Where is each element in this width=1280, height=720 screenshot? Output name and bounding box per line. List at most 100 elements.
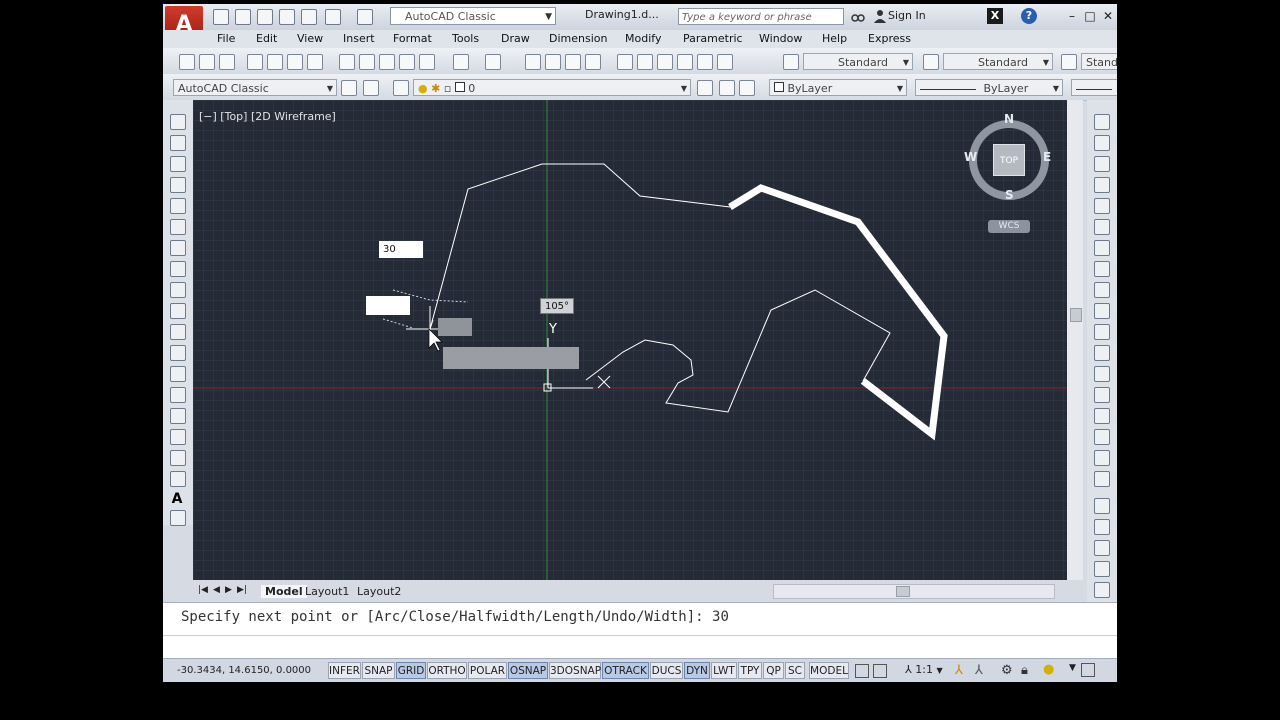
- toolbar-lock-status-icon[interactable]: 🔒︎: [1021, 663, 1028, 678]
- add-selected-icon[interactable]: [170, 510, 186, 526]
- toggle-osnap[interactable]: OSNAP: [508, 662, 548, 679]
- compass-south[interactable]: S: [1005, 188, 1014, 202]
- sign-in-link[interactable]: Sign In: [888, 9, 926, 22]
- cut-icon[interactable]: [339, 54, 355, 70]
- save-icon[interactable]: [219, 54, 235, 70]
- explode-icon[interactable]: [1094, 471, 1110, 487]
- extend-icon[interactable]: [1094, 324, 1110, 340]
- make-block-icon[interactable]: [170, 366, 186, 382]
- make-current-layer-icon[interactable]: [697, 80, 713, 96]
- point-icon[interactable]: [170, 387, 186, 403]
- toggle-dyn[interactable]: DYN: [684, 662, 710, 679]
- horizontal-scroll-thumb[interactable]: [896, 586, 910, 597]
- menu-insert[interactable]: Insert: [343, 32, 375, 45]
- length-input-box[interactable]: 30: [379, 241, 423, 258]
- circle-icon[interactable]: [170, 240, 186, 256]
- help-icon[interactable]: ?: [1021, 8, 1037, 24]
- array-icon[interactable]: [1094, 198, 1110, 214]
- compass-north[interactable]: N: [1004, 112, 1014, 126]
- quickcalc-icon[interactable]: [717, 54, 733, 70]
- quick-view-layouts-icon[interactable]: [855, 664, 869, 678]
- rectangle-icon[interactable]: [170, 198, 186, 214]
- menu-window[interactable]: Window: [759, 32, 802, 45]
- text-style-icon[interactable]: [783, 54, 799, 70]
- menu-parametric[interactable]: Parametric: [683, 32, 743, 45]
- draw-order-back-icon[interactable]: [1094, 519, 1110, 535]
- compass-east[interactable]: E: [1043, 150, 1051, 164]
- polygon-icon[interactable]: [170, 177, 186, 193]
- toggle-lwt[interactable]: LWT: [711, 662, 737, 679]
- send-under-icon[interactable]: [1094, 561, 1110, 577]
- menu-draw[interactable]: Draw: [501, 32, 530, 45]
- revision-cloud-icon[interactable]: [170, 261, 186, 277]
- table-icon[interactable]: [170, 471, 186, 487]
- chamfer-icon[interactable]: [1094, 408, 1110, 424]
- workspace-settings-icon[interactable]: [341, 80, 357, 96]
- workspace-switch-icon[interactable]: ⚙: [1001, 663, 1013, 678]
- break-at-point-icon[interactable]: [1094, 345, 1110, 361]
- wcs-menu-button[interactable]: WCS: [988, 220, 1030, 233]
- fillet-icon[interactable]: [1094, 429, 1110, 445]
- vertical-scrollbar[interactable]: [1067, 100, 1083, 580]
- isolate-objects-icon[interactable]: ●: [1043, 662, 1054, 677]
- menu-tools[interactable]: Tools: [452, 32, 479, 45]
- horizontal-scrollbar[interactable]: [773, 584, 1055, 599]
- region-icon[interactable]: [170, 450, 186, 466]
- stretch-icon[interactable]: [1094, 282, 1110, 298]
- pan-icon[interactable]: [525, 54, 541, 70]
- undo-icon[interactable]: [453, 54, 469, 70]
- viewcube-top-face[interactable]: TOP: [993, 144, 1025, 176]
- tool-palettes-icon[interactable]: [657, 54, 673, 70]
- print-icon[interactable]: [301, 9, 317, 25]
- toggle-otrack[interactable]: OTRACK: [602, 662, 649, 679]
- table-style-icon[interactable]: [1061, 54, 1077, 70]
- workspace-combo[interactable]: AutoCAD Classic ▼: [173, 79, 337, 96]
- plot-preview-icon[interactable]: [267, 54, 283, 70]
- command-window[interactable]: Specify next point or [Arc/Close/Halfwid…: [163, 602, 1117, 659]
- gradient-icon[interactable]: [170, 429, 186, 445]
- linetype-select[interactable]: ByLayer ▼: [915, 79, 1063, 96]
- dim-style-icon[interactable]: [923, 54, 939, 70]
- new-file-icon[interactable]: [213, 9, 229, 25]
- next-tab-arrow-icon[interactable]: ▶: [225, 585, 232, 595]
- zoom-previous-icon[interactable]: [585, 54, 601, 70]
- layer-properties-icon[interactable]: [393, 80, 409, 96]
- annotation-scale[interactable]: ⅄ 1:1 ▼: [905, 663, 943, 676]
- toggle-ortho[interactable]: ORTHO: [427, 662, 467, 679]
- toggle-sc[interactable]: SC: [785, 662, 805, 679]
- polyline-icon[interactable]: [170, 156, 186, 172]
- break-icon[interactable]: [1094, 366, 1110, 382]
- erase-icon[interactable]: [1094, 114, 1110, 130]
- workspace-select[interactable]: AutoCAD Classic ▼: [390, 7, 556, 25]
- blend-curves-icon[interactable]: [1094, 450, 1110, 466]
- properties-icon[interactable]: [617, 54, 633, 70]
- plot-icon[interactable]: [247, 54, 263, 70]
- toggle-ducs[interactable]: DUCS: [650, 662, 683, 679]
- multiline-text-icon[interactable]: A: [170, 492, 184, 506]
- toggle-qp[interactable]: QP: [763, 662, 784, 679]
- menu-help[interactable]: Help: [822, 32, 847, 45]
- drawing-canvas[interactable]: [−] [Top] [2D Wireframe] Y 30 105° TOP N…: [193, 100, 1067, 580]
- redo-icon[interactable]: [485, 54, 501, 70]
- scale-icon[interactable]: [1094, 261, 1110, 277]
- copy-icon[interactable]: [359, 54, 375, 70]
- draw-order-front-icon[interactable]: [1094, 498, 1110, 514]
- move-icon[interactable]: [1094, 219, 1110, 235]
- markup-icon[interactable]: [697, 54, 713, 70]
- save-as-icon[interactable]: [279, 9, 295, 25]
- redo-icon[interactable]: [357, 9, 373, 25]
- zoom-window-icon[interactable]: [565, 54, 581, 70]
- menu-modify[interactable]: Modify: [625, 32, 661, 45]
- line-icon[interactable]: [170, 114, 186, 130]
- menu-format[interactable]: Format: [393, 32, 432, 45]
- text-style-select[interactable]: Standard ▼: [803, 53, 913, 70]
- toggle-polar[interactable]: POLAR: [468, 662, 507, 679]
- new-icon[interactable]: [179, 54, 195, 70]
- construction-line-icon[interactable]: [170, 135, 186, 151]
- sheet-set-icon[interactable]: [677, 54, 693, 70]
- toggle-tpy[interactable]: TPY: [738, 662, 762, 679]
- ellipse-arc-icon[interactable]: [170, 324, 186, 340]
- prev-tab-arrow-icon[interactable]: ◀: [213, 585, 220, 595]
- match-properties-icon[interactable]: [399, 54, 415, 70]
- tab-model[interactable]: Model: [261, 585, 307, 598]
